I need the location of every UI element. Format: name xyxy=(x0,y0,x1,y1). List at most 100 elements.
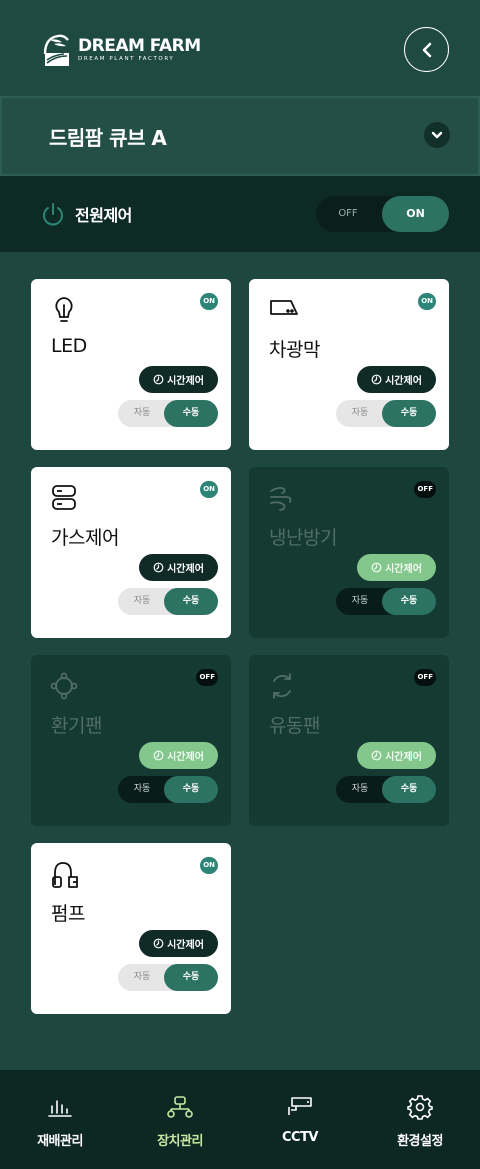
mode-auto-option[interactable]: 자동 xyxy=(336,400,384,427)
nav-device-label: 장치관리 xyxy=(157,1134,203,1149)
chevron-left-icon xyxy=(422,42,431,57)
logo-title: DREAM FARM xyxy=(78,36,201,56)
mode-toggle[interactable]: 자동 수동 xyxy=(118,776,218,803)
farm-name: 드림팜 큐브 A xyxy=(49,126,167,150)
mode-toggle[interactable]: 자동 수동 xyxy=(118,400,218,427)
device-card[interactable]: ON LED 시간제어자동 수동 xyxy=(31,279,231,450)
time-control-button[interactable]: 시간제어 xyxy=(139,742,218,769)
gas-tank-icon xyxy=(50,483,78,511)
time-control-button[interactable]: 시간제어 xyxy=(357,742,436,769)
clock-icon xyxy=(371,562,382,573)
mode-auto-option[interactable]: 자동 xyxy=(118,400,166,427)
pump-icon xyxy=(50,859,78,888)
mode-auto-option[interactable]: 자동 xyxy=(336,776,384,803)
nav-settings-label: 환경설정 xyxy=(397,1134,443,1149)
shade-icon xyxy=(268,295,298,323)
mode-manual-option[interactable]: 수동 xyxy=(164,400,218,427)
mode-manual-option[interactable]: 수동 xyxy=(164,588,218,615)
time-control-label: 시간제어 xyxy=(167,564,204,575)
time-control-label: 시간제어 xyxy=(167,376,204,387)
power-icon xyxy=(43,203,63,226)
device-name: 가스제어 xyxy=(51,527,119,549)
mode-manual-option[interactable]: 수동 xyxy=(164,964,218,991)
clock-icon xyxy=(371,374,382,385)
time-control-label: 시간제어 xyxy=(385,752,422,763)
nav-settings[interactable]: 환경설정 xyxy=(360,1070,480,1169)
mode-toggle[interactable]: 자동 수동 xyxy=(336,776,436,803)
cctv-camera-icon xyxy=(288,1097,312,1115)
device-name: 냉난방기 xyxy=(269,527,337,549)
status-badge: ON xyxy=(418,293,436,310)
power-off-option[interactable]: OFF xyxy=(316,196,380,232)
mode-toggle[interactable]: 자동 수동 xyxy=(118,964,218,991)
wind-icon xyxy=(268,483,296,511)
status-badge: ON xyxy=(200,481,218,498)
device-network-icon xyxy=(167,1096,193,1118)
device-name: LED xyxy=(51,335,87,357)
back-button[interactable] xyxy=(404,27,449,72)
time-control-label: 시간제어 xyxy=(167,752,204,763)
device-card[interactable]: OFF 유동팬시간제어자동 수동 xyxy=(249,655,449,826)
status-badge: OFF xyxy=(414,669,436,686)
lightbulb-icon xyxy=(50,295,78,323)
mode-manual-option[interactable]: 수동 xyxy=(382,588,436,615)
mode-auto-option[interactable]: 자동 xyxy=(118,776,166,803)
mode-manual-option[interactable]: 수동 xyxy=(164,776,218,803)
mode-auto-option[interactable]: 자동 xyxy=(118,588,166,615)
mode-toggle[interactable]: 자동 수동 xyxy=(118,588,218,615)
farm-dropdown-button[interactable] xyxy=(424,122,450,148)
clock-icon xyxy=(153,938,164,949)
logo-subtitle: DREAM PLANT FACTORY xyxy=(78,56,175,62)
clock-icon xyxy=(153,562,164,573)
time-control-button[interactable]: 시간제어 xyxy=(357,554,436,581)
clock-icon xyxy=(153,374,164,385)
clock-icon xyxy=(153,750,164,761)
time-control-label: 시간제어 xyxy=(167,940,204,951)
device-card[interactable]: OFF 환기팬시간제어자동 수동 xyxy=(31,655,231,826)
mode-manual-option[interactable]: 수동 xyxy=(382,400,436,427)
time-control-button[interactable]: 시간제어 xyxy=(139,554,218,581)
status-badge: OFF xyxy=(414,481,436,498)
mode-manual-option[interactable]: 수동 xyxy=(382,776,436,803)
app-header: DREAM FARM DREAM PLANT FACTORY xyxy=(0,0,480,98)
dream-farm-logo-icon xyxy=(43,34,69,66)
device-name: 펌프 xyxy=(51,903,85,925)
mode-auto-option[interactable]: 자동 xyxy=(118,964,166,991)
dream-farm-logo: DREAM FARM DREAM PLANT FACTORY xyxy=(42,32,201,68)
nav-device[interactable]: 장치관리 xyxy=(120,1070,240,1169)
device-card[interactable]: ON 차광막시간제어자동 수동 xyxy=(249,279,449,450)
power-toggle[interactable]: OFF ON xyxy=(316,196,449,232)
power-control-bar: 전원제어 OFF ON xyxy=(0,176,480,252)
circulation-icon xyxy=(268,671,296,699)
device-card[interactable]: OFF 냉난방기시간제어자동 수동 xyxy=(249,467,449,638)
status-badge: OFF xyxy=(196,669,218,686)
time-control-button[interactable]: 시간제어 xyxy=(139,930,218,957)
ventilation-fan-icon xyxy=(50,671,78,700)
nav-cultivation-label: 재배관리 xyxy=(37,1134,83,1149)
time-control-button[interactable]: 시간제어 xyxy=(139,366,218,393)
mode-toggle[interactable]: 자동 수동 xyxy=(336,400,436,427)
clock-icon xyxy=(371,750,382,761)
gear-icon xyxy=(407,1095,433,1120)
bar-chart-icon xyxy=(48,1100,72,1117)
chevron-down-icon xyxy=(431,131,443,139)
farm-selector[interactable]: 드림팜 큐브 A xyxy=(0,96,480,176)
time-control-label: 시간제어 xyxy=(385,564,422,575)
device-name: 환기팬 xyxy=(51,715,102,737)
nav-cctv-label: CCTV xyxy=(281,1130,319,1145)
device-name: 유동팬 xyxy=(269,715,320,737)
power-control-label: 전원제어 xyxy=(75,206,132,225)
status-badge: ON xyxy=(200,857,218,874)
mode-toggle[interactable]: 자동 수동 xyxy=(336,588,436,615)
time-control-button[interactable]: 시간제어 xyxy=(357,366,436,393)
mode-auto-option[interactable]: 자동 xyxy=(336,588,384,615)
nav-cctv[interactable]: CCTV xyxy=(240,1070,360,1169)
status-badge: ON xyxy=(200,293,218,310)
bottom-navigation: 재배관리 장치관리 CCTV 환경설정 xyxy=(0,1070,480,1169)
device-card[interactable]: ON 가스제어시간제어자동 수동 xyxy=(31,467,231,638)
power-on-option[interactable]: ON xyxy=(382,196,449,232)
device-card[interactable]: ON 펌프시간제어자동 수동 xyxy=(31,843,231,1014)
nav-cultivation[interactable]: 재배관리 xyxy=(0,1070,120,1169)
device-name: 차광막 xyxy=(269,339,320,361)
time-control-label: 시간제어 xyxy=(385,376,422,387)
